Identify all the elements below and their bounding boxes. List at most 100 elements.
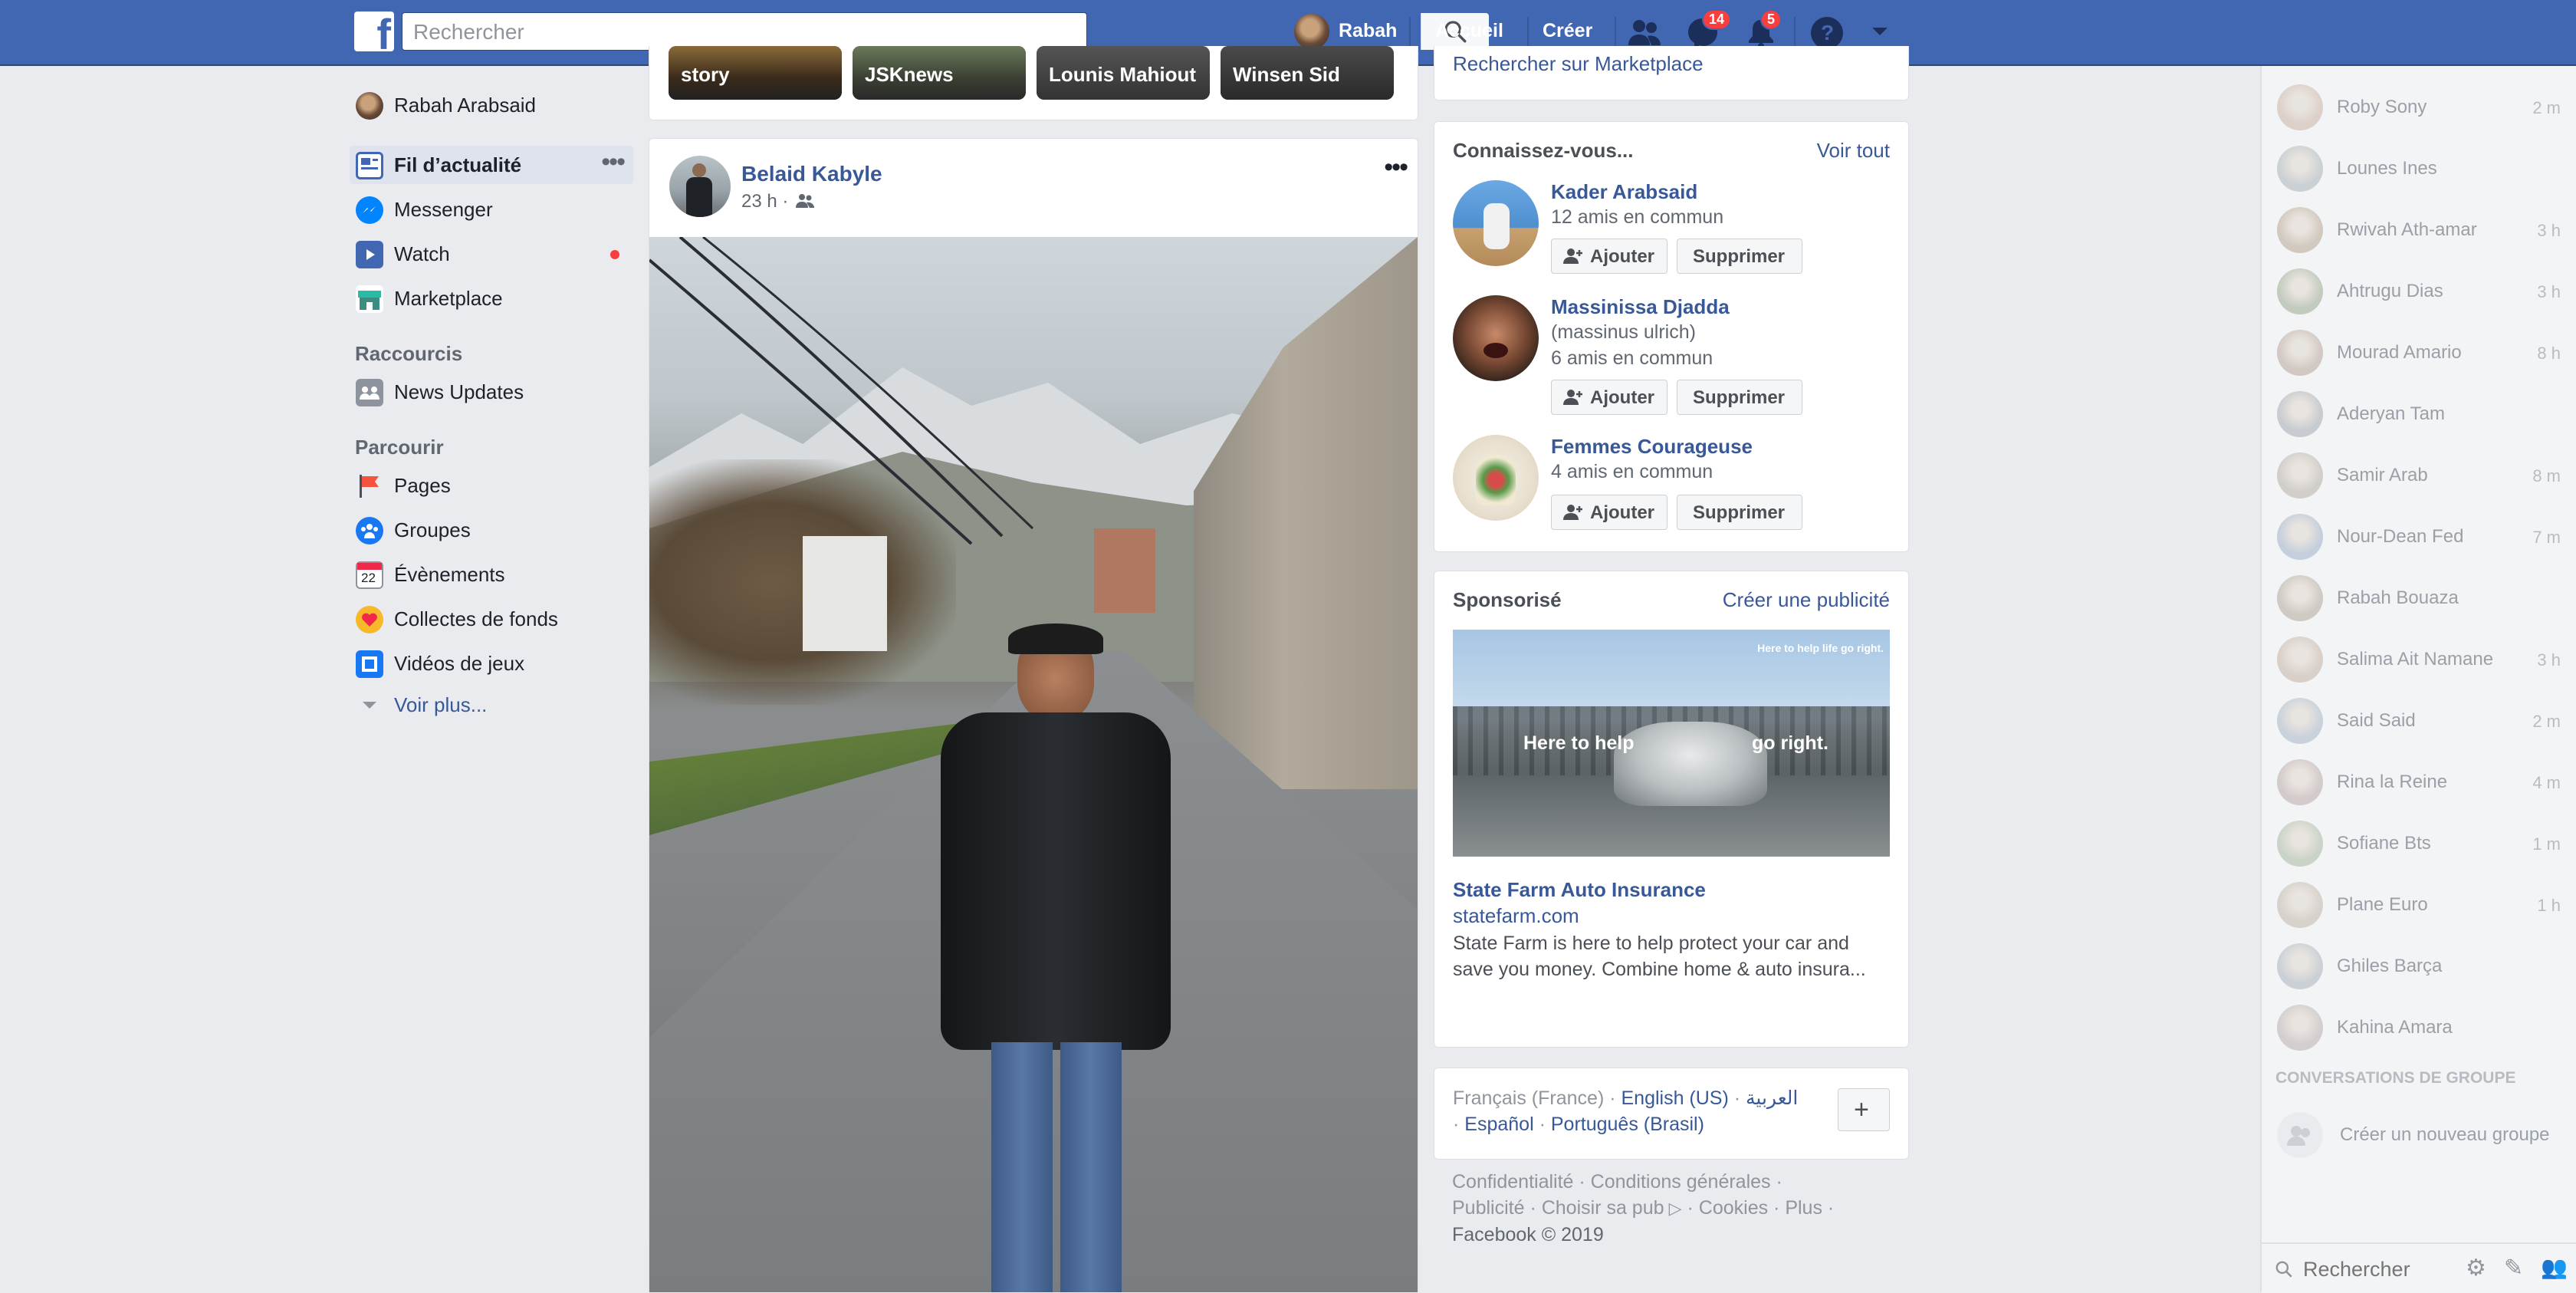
ad-title[interactable]: State Farm Auto Insurance — [1453, 878, 1706, 902]
chat-contact-name: Rabah Bouaza — [2337, 587, 2459, 608]
remove-button[interactable]: Supprimer — [1677, 380, 1802, 415]
post-photo[interactable] — [649, 237, 1418, 1292]
chat-contact[interactable]: Rabah Bouaza — [2277, 568, 2568, 629]
more-options-icon[interactable]: ••• — [601, 147, 626, 177]
story-tile[interactable]: story — [669, 46, 842, 100]
story-tile[interactable]: JSKnews — [853, 46, 1026, 100]
chat-contact[interactable]: Samir Arab 8 m — [2277, 445, 2568, 506]
chat-contact[interactable]: Ahtrugu Dias 3 h — [2277, 261, 2568, 322]
pymk-avatar[interactable] — [1453, 180, 1539, 266]
flag-icon — [356, 472, 383, 500]
footer-link[interactable]: Publicité — [1452, 1197, 1525, 1219]
chat-contact[interactable]: Mourad Amario 8 h — [2277, 322, 2568, 383]
profile-link[interactable]: Rabah — [1293, 12, 1400, 51]
pymk-name[interactable]: Massinissa Djadda — [1551, 295, 1730, 319]
post-timestamp[interactable]: 23 h · — [741, 191, 788, 212]
avatar — [2277, 452, 2323, 498]
add-label: Ajouter — [1590, 246, 1654, 267]
pymk-avatar[interactable] — [1453, 295, 1539, 381]
add-language-button[interactable]: + — [1838, 1088, 1890, 1131]
remove-button[interactable]: Supprimer — [1677, 239, 1802, 274]
see-more-link[interactable]: Voir plus... — [350, 686, 633, 724]
pymk-name[interactable]: Femmes Courageuse — [1551, 435, 1753, 459]
chat-contact[interactable]: Said Said 2 m — [2277, 690, 2568, 752]
chat-contact[interactable]: Salima Ait Namane 3 h — [2277, 629, 2568, 690]
footer-link[interactable]: Choisir sa pub — [1542, 1197, 1664, 1219]
footer-link[interactable]: Confidentialité — [1452, 1171, 1573, 1193]
chat-contact[interactable]: Lounes Ines — [2277, 138, 2568, 199]
nav-item-watch[interactable]: Watch — [350, 235, 633, 273]
chat-contact[interactable]: Aderyan Tam — [2277, 383, 2568, 445]
nav-item-messenger[interactable]: Messenger — [350, 190, 633, 229]
chat-contact[interactable]: Sofiane Bts 1 m — [2277, 813, 2568, 874]
friends-icon — [1628, 20, 1661, 45]
language-link[interactable]: English (US) — [1621, 1087, 1728, 1109]
language-link[interactable]: Español — [1464, 1114, 1533, 1135]
create-link[interactable]: Créer — [1543, 20, 1592, 42]
add-friend-button[interactable]: Ajouter — [1551, 239, 1668, 274]
compose-icon[interactable]: ✎ — [2504, 1255, 2523, 1281]
remove-button[interactable]: Supprimer — [1677, 495, 1802, 530]
account-menu-button[interactable] — [1871, 26, 1889, 38]
post-card: Belaid Kabyle 23 h · ••• — [649, 138, 1418, 1292]
avatar — [2277, 330, 2323, 376]
nav-item-marketplace[interactable]: Marketplace — [350, 279, 633, 317]
footer-link[interactable]: Cookies — [1699, 1197, 1768, 1219]
chat-contact[interactable]: Roby Sony 2 m — [2277, 77, 2568, 138]
nav-item-news-updates[interactable]: News Updates — [350, 373, 633, 411]
story-tile[interactable]: Lounis Mahiout — [1037, 46, 1210, 100]
facebook-logo-icon[interactable]: f — [354, 12, 394, 56]
gaming-video-icon — [356, 650, 383, 678]
help-button[interactable]: ? — [1811, 17, 1843, 49]
chat-search-input[interactable] — [2302, 1255, 2458, 1284]
nav-item-profile[interactable]: Rabah Arabsaid — [350, 86, 633, 124]
nav-item-groups[interactable]: Groupes — [350, 511, 633, 549]
add-friend-button[interactable]: Ajouter — [1551, 380, 1668, 415]
add-friend-button[interactable]: Ajouter — [1551, 495, 1668, 530]
language-link[interactable]: العربية — [1746, 1087, 1798, 1109]
search-input[interactable] — [412, 18, 1013, 47]
language-link[interactable]: Português (Brasil) — [1551, 1114, 1704, 1135]
notifications-badge: 5 — [1760, 9, 1783, 30]
create-ad-link[interactable]: Créer une publicité — [1723, 588, 1890, 612]
chat-contact[interactable]: Nour-Dean Fed 7 m — [2277, 506, 2568, 568]
nav-item-gaming-videos[interactable]: Vidéos de jeux — [350, 644, 633, 683]
ad-domain[interactable]: statefarm.com — [1453, 904, 1579, 928]
ad-image[interactable]: Here to help life go right. Here to help… — [1453, 630, 1890, 857]
see-all-link[interactable]: Voir tout — [1817, 139, 1890, 163]
author-avatar[interactable] — [669, 156, 731, 217]
nav-item-fundraisers[interactable]: Collectes de fonds — [350, 600, 633, 638]
news-feed-icon — [356, 152, 383, 179]
nav-label: Marketplace — [394, 287, 503, 310]
chat-contact[interactable]: Kahina Amara — [2277, 997, 2568, 1058]
gear-icon[interactable]: ⚙ — [2466, 1255, 2486, 1281]
story-tile[interactable]: Winsen Sid — [1221, 46, 1394, 100]
create-group-item[interactable]: Créer un nouveau groupe — [2277, 1104, 2568, 1166]
fundraiser-icon — [356, 606, 383, 633]
marketplace-search-link[interactable]: Rechercher sur Marketplace — [1453, 52, 1704, 76]
avatar — [2277, 882, 2323, 928]
divider — [1409, 17, 1411, 48]
pymk-name[interactable]: Kader Arabsaid — [1551, 180, 1697, 204]
post-author-name[interactable]: Belaid Kabyle — [741, 162, 882, 186]
chat-contact[interactable]: Rwivah Ath-amar 3 h — [2277, 199, 2568, 261]
see-more-label: Voir plus... — [394, 693, 488, 716]
pymk-avatar[interactable] — [1453, 435, 1539, 521]
chat-contact[interactable]: Plane Euro 1 h — [2277, 874, 2568, 936]
nav-item-pages[interactable]: Pages — [350, 466, 633, 505]
divider — [1794, 17, 1796, 48]
post-options-icon[interactable]: ••• — [1384, 153, 1408, 183]
chat-contact[interactable]: Ghiles Barça — [2277, 936, 2568, 997]
footer-link[interactable]: Conditions générales — [1591, 1171, 1771, 1193]
nav-item-news-feed[interactable]: Fil d’actualité ••• — [350, 146, 633, 184]
language-card: Français (France) · English (US) · العرب… — [1434, 1068, 1909, 1160]
chat-contact[interactable]: Rina la Reine 4 m — [2277, 752, 2568, 813]
add-people-icon[interactable]: 👥 — [2541, 1255, 2568, 1280]
nav-item-events[interactable]: 22 Évènements — [350, 555, 633, 594]
pymk-alt-name: (massinus ulrich) — [1551, 321, 1696, 343]
add-friend-icon — [1563, 248, 1582, 264]
ad-headline-left: Here to help — [1523, 732, 1635, 754]
footer-link[interactable]: Plus — [1785, 1197, 1822, 1219]
home-link[interactable]: Accueil — [1435, 20, 1503, 42]
divider — [1615, 17, 1616, 48]
